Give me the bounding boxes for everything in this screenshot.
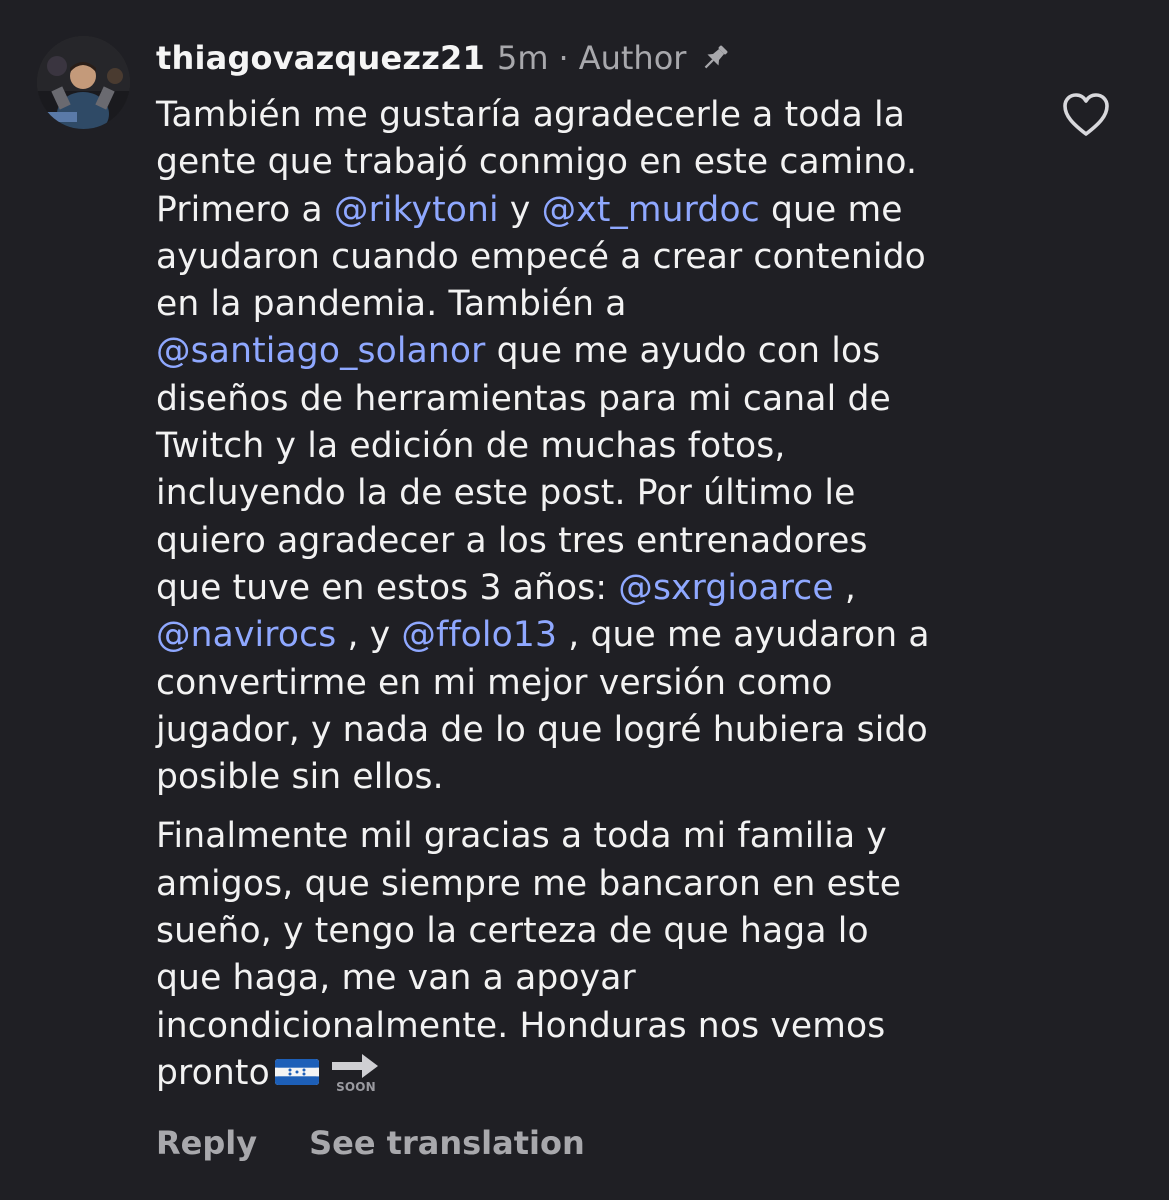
text-run: diseños de herramientas para mi canal de — [156, 378, 891, 419]
mention-link[interactable]: @santiago_solanor — [156, 331, 486, 371]
text-run: gente que trabajó conmigo en este camino… — [156, 142, 918, 183]
text-run: Finalmente mil gracias a toda mi familia… — [156, 816, 887, 857]
text-run: , — [833, 567, 857, 608]
comment-text: También me gustaría agradecerle a toda l… — [156, 92, 1056, 801]
text-run: posible sin ellos. — [156, 757, 444, 798]
separator-dot: · — [558, 39, 569, 77]
comment: thiagovazquezz21 5m · Author También me … — [0, 0, 1169, 1200]
text-run: , que me ayudaron a — [557, 615, 930, 656]
text-run: jugador, y nada de lo que logré hubiera … — [156, 709, 928, 750]
author-badge: Author — [578, 39, 687, 77]
text-run: pronto — [156, 1052, 270, 1093]
user-avatar[interactable] — [37, 36, 130, 129]
text-run: que tuve en estos 3 años: — [156, 567, 619, 608]
text-run: ayudaron cuando empecé a crear contenido — [156, 236, 926, 277]
text-run: y — [498, 189, 542, 230]
pin-icon — [698, 41, 732, 75]
text-run: incluyendo la de este post. Por último l… — [156, 473, 856, 514]
text-run: que me — [759, 189, 903, 230]
text-run: que haga, me van a apoyar — [156, 958, 636, 999]
text-run: en la pandemia. También a — [156, 284, 627, 325]
text-run: También me gustaría agradecerle a toda l… — [156, 95, 906, 135]
comment-paragraph-1: También me gustaría agradecerle a toda l… — [156, 92, 1056, 801]
honduras-flag-icon — [274, 1053, 320, 1085]
mention-link[interactable]: @ffolo13 — [401, 615, 557, 655]
comment-text: Finalmente mil gracias a toda mi familia… — [156, 813, 1056, 1097]
mention-link[interactable]: @rikytoni — [334, 190, 499, 230]
soon-label: SOON — [336, 1080, 376, 1094]
text-run: Primero a — [156, 189, 334, 230]
reply-button[interactable]: Reply — [156, 1124, 257, 1162]
soon-arrow-icon: SOON — [328, 1050, 384, 1094]
comment-paragraph-2: Finalmente mil gracias a toda mi familia… — [156, 813, 1056, 1097]
like-heart-icon[interactable] — [1061, 91, 1111, 139]
mention-link[interactable]: @xt_murdoc — [542, 190, 760, 230]
mention-link[interactable]: @navirocs — [156, 615, 336, 655]
text-run: convertirme en mi mejor versión como — [156, 662, 833, 703]
comment-actions: Reply See translation — [156, 1124, 585, 1162]
text-run: sueño, y tengo la certeza de que haga lo — [156, 911, 869, 952]
text-run: Twitch y la edición de muchas fotos, — [156, 426, 786, 467]
comment-body: También me gustaría agradecerle a toda l… — [156, 92, 1056, 1097]
avatar-photo — [37, 36, 130, 129]
text-run: que me ayudo con los — [485, 331, 881, 372]
text-run: incondicionalmente. Honduras nos vemos — [156, 1005, 886, 1046]
text-run: , y — [336, 615, 402, 656]
text-run: quiero agradecer a los tres entrenadores — [156, 520, 868, 561]
see-translation-button[interactable]: See translation — [309, 1124, 585, 1162]
comment-header: thiagovazquezz21 5m · Author — [156, 36, 732, 80]
text-run: amigos, que siempre me bancaron en este — [156, 863, 902, 904]
username-link[interactable]: thiagovazquezz21 — [156, 39, 485, 77]
timestamp: 5m — [496, 39, 549, 77]
mention-link[interactable]: @sxrgioarce — [618, 568, 833, 608]
